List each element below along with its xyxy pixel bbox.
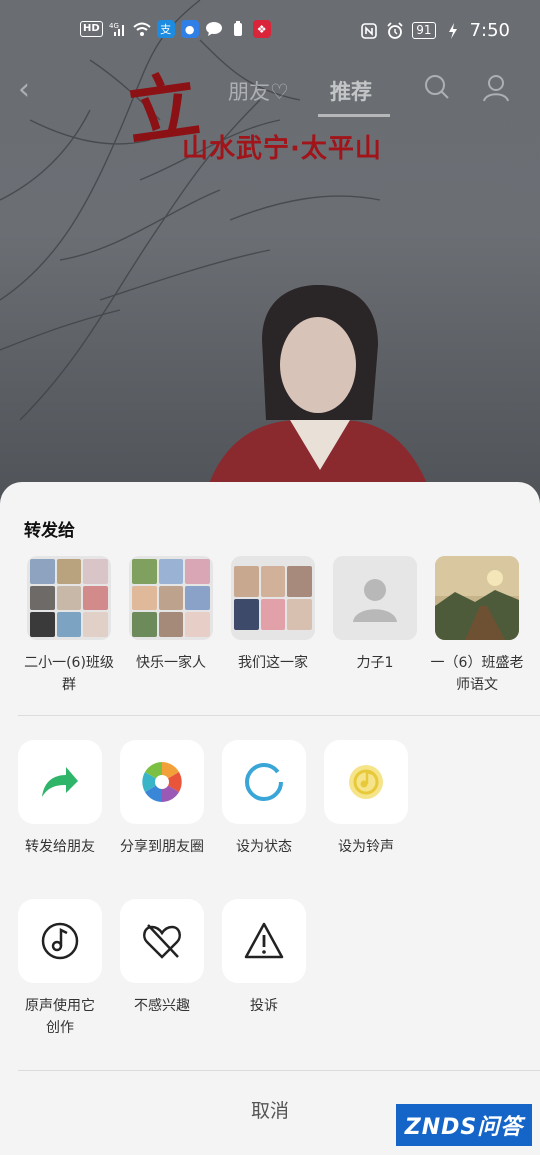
contact-name: 我们这一家 bbox=[238, 655, 308, 671]
battery-level: 91 bbox=[412, 22, 436, 39]
action-label: 原声使用它创作 bbox=[25, 998, 95, 1036]
forward-to-friend-button[interactable]: 转发给朋友 bbox=[9, 740, 111, 858]
set-status-button[interactable]: 设为状态 bbox=[213, 740, 315, 858]
moments-aperture-icon bbox=[120, 740, 204, 824]
hd-badge: HD bbox=[80, 21, 103, 37]
tab-active-indicator bbox=[318, 114, 390, 117]
status-ring-icon bbox=[222, 740, 306, 824]
broken-heart-icon bbox=[120, 899, 204, 983]
4g-label: 4G bbox=[109, 22, 119, 30]
share-sheet-title: 转发给 bbox=[24, 521, 75, 541]
contact-avatar bbox=[435, 556, 519, 640]
action-label: 设为状态 bbox=[236, 839, 292, 855]
status-bar: HD 4G 支 ● ❖ 91 7:50 bbox=[0, 0, 540, 60]
share-to-moments-button[interactable]: 分享到朋友圈 bbox=[111, 740, 213, 858]
clock-time: 7:50 bbox=[469, 20, 510, 41]
app-notification-icon: 支 bbox=[156, 20, 175, 38]
divider bbox=[18, 1070, 540, 1071]
action-label: 设为铃声 bbox=[338, 839, 394, 855]
contact-item[interactable]: 一（6）班盛老师语文 bbox=[426, 556, 528, 696]
contact-item[interactable]: 力子1 bbox=[324, 556, 426, 674]
report-button[interactable]: 投诉 bbox=[213, 899, 315, 1017]
red-app-icon: ❖ bbox=[252, 20, 271, 38]
charging-bolt-icon bbox=[444, 22, 462, 40]
group-avatar bbox=[231, 556, 315, 640]
profile-icon[interactable] bbox=[482, 74, 510, 106]
small-battery-icon bbox=[229, 20, 247, 38]
action-label: 转发给朋友 bbox=[25, 839, 95, 855]
signal-icon: 4G bbox=[109, 20, 127, 38]
action-label: 不感兴趣 bbox=[134, 998, 190, 1014]
alarm-icon bbox=[386, 21, 404, 40]
status-bar-right: 91 7:50 bbox=[360, 20, 510, 41]
warning-icon bbox=[222, 899, 306, 983]
action-label: 分享到朋友圈 bbox=[120, 839, 204, 855]
action-label: 投诉 bbox=[250, 998, 278, 1014]
video-title-overlay: 山水武宁·太平山 bbox=[182, 134, 382, 164]
wifi-icon bbox=[133, 20, 151, 38]
music-note-icon bbox=[18, 899, 102, 983]
contact-item[interactable]: 二小一(6)班级群 bbox=[18, 556, 120, 696]
watermark-logo: ZNDS问答 bbox=[396, 1104, 532, 1146]
contact-list: 二小一(6)班级群 快乐一家人 我们这一家 力子1 一（6）班盛老师语文 bbox=[18, 556, 528, 696]
chat-bubble-icon bbox=[205, 20, 223, 38]
nfc-icon bbox=[360, 22, 378, 40]
contact-name: 一（6）班盛老师语文 bbox=[430, 655, 524, 693]
status-bar-left: HD 4G 支 ● ❖ bbox=[80, 20, 271, 38]
share-sheet: 转发给 二小一(6)班级群 快乐一家人 我们这一家 力子1 一（6）班盛老师语文… bbox=[0, 482, 540, 1155]
tab-recommend[interactable]: 推荐 bbox=[330, 76, 372, 106]
use-original-sound-button[interactable]: 原声使用它创作 bbox=[9, 899, 111, 1039]
group-avatar bbox=[129, 556, 213, 640]
divider bbox=[18, 715, 540, 716]
contact-name: 二小一(6)班级群 bbox=[24, 655, 114, 693]
back-icon[interactable]: ‹ bbox=[18, 72, 30, 107]
contact-name: 力子1 bbox=[356, 655, 394, 671]
top-nav: ‹ 朋友♡ 推荐 bbox=[0, 68, 540, 117]
set-ringtone-button[interactable]: 设为铃声 bbox=[315, 740, 417, 858]
contact-item[interactable]: 我们这一家 bbox=[222, 556, 324, 674]
contact-item[interactable]: 快乐一家人 bbox=[120, 556, 222, 674]
default-avatar-icon bbox=[333, 556, 417, 640]
group-avatar bbox=[27, 556, 111, 640]
baidu-paw-icon: ● bbox=[180, 20, 199, 38]
contact-name: 快乐一家人 bbox=[136, 655, 206, 671]
not-interested-button[interactable]: 不感兴趣 bbox=[111, 899, 213, 1017]
ringtone-icon bbox=[324, 740, 408, 824]
tab-friends[interactable]: 朋友♡ bbox=[228, 76, 289, 106]
forward-arrow-icon bbox=[18, 740, 102, 824]
search-icon[interactable] bbox=[424, 74, 450, 104]
